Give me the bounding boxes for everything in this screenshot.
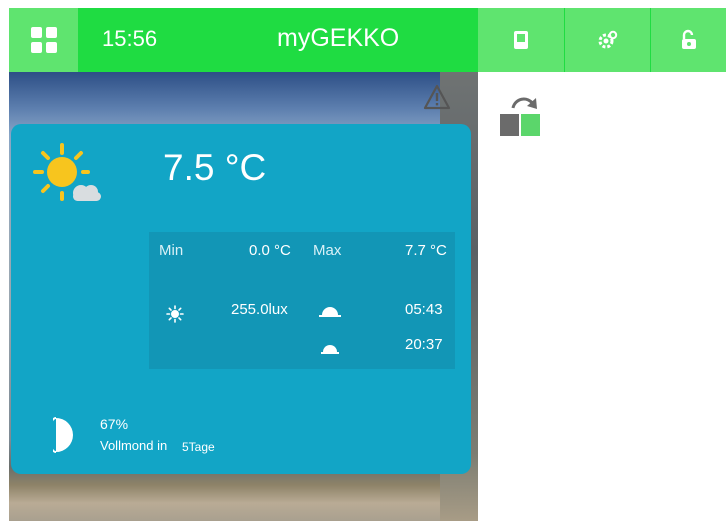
panel-button[interactable] [478, 8, 564, 72]
unlock-button[interactable] [651, 8, 726, 72]
moon-label: Vollmond in [100, 438, 168, 453]
max-value: 7.7 °C [405, 242, 447, 259]
settings-cog-icon [598, 30, 617, 49]
brand-title: myGEKKO [277, 24, 400, 52]
weather-stats-panel: Min 0.0 °C Max 7.7 °C 255.0lux 05:43 20:… [149, 232, 455, 369]
sun-icon [166, 305, 184, 323]
clock-time: 15:56 [102, 26, 158, 51]
sunrise-icon [319, 307, 341, 317]
warning-icon[interactable] [423, 84, 451, 110]
panel-icon [514, 31, 528, 49]
sunset-icon [321, 345, 339, 354]
lux-value: 255.0lux [231, 301, 288, 318]
app-window: 15:56 myGEKKO 7.5 °C Min 0.0 °C Max 7.7 … [9, 8, 726, 521]
top-bar: 15:56 myGEKKO [9, 8, 726, 72]
max-label: Max [313, 242, 342, 259]
moon-percent: 67% [100, 416, 129, 432]
weather-card[interactable]: 7.5 °C Min 0.0 °C Max 7.7 °C 255.0lux 05… [11, 124, 471, 474]
min-label: Min [159, 242, 184, 259]
grid-icon [30, 27, 57, 53]
menu-button[interactable] [9, 8, 78, 72]
temperature-value: 7.5 °C [163, 147, 267, 188]
sun-cloud-icon [33, 143, 101, 201]
sunset-time: 20:37 [405, 336, 443, 353]
sunrise-time: 05:43 [405, 301, 443, 318]
right-panel [478, 72, 726, 521]
moon-phase-icon [53, 417, 73, 453]
unlock-icon [681, 29, 696, 49]
settings-button[interactable] [565, 8, 650, 72]
moon-days: 5Tage [182, 440, 215, 454]
toggle-switch-icon[interactable] [499, 94, 543, 138]
min-value: 0.0 °C [249, 242, 291, 259]
